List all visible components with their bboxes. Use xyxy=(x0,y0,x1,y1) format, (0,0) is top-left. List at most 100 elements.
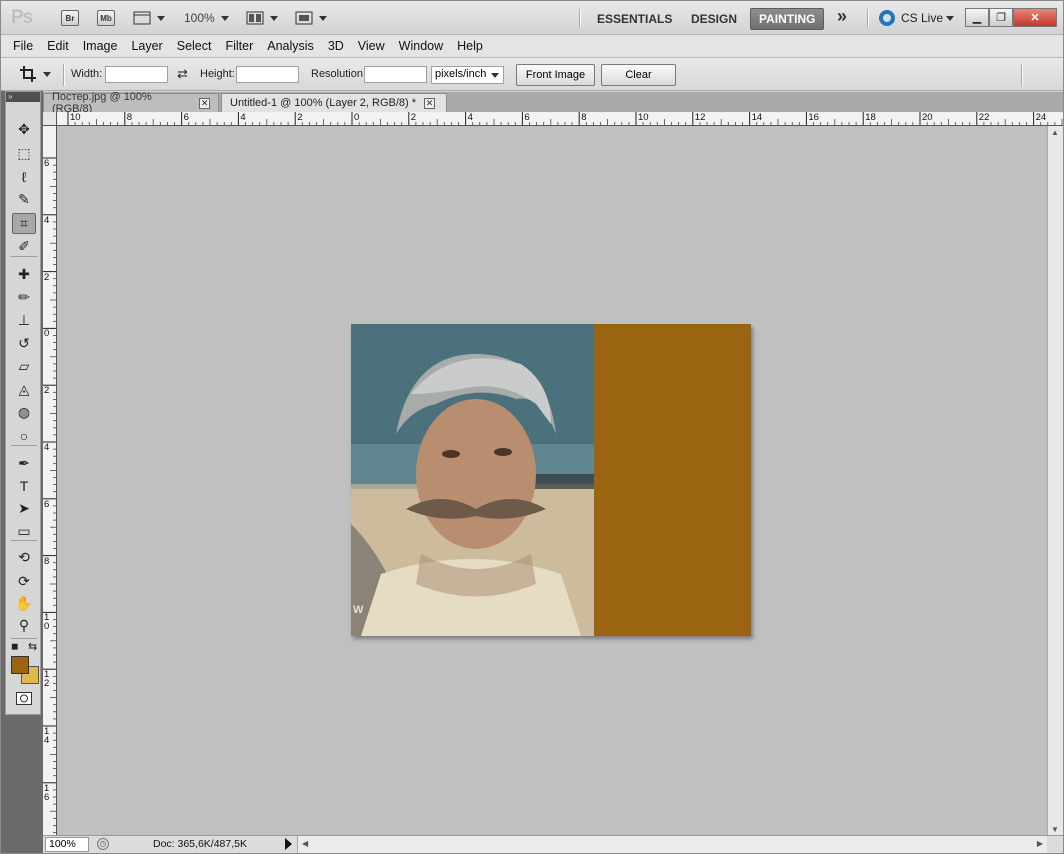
clear-button[interactable]: Clear xyxy=(601,64,676,86)
move-tool[interactable]: ✥ xyxy=(12,119,36,140)
ruler-label: 4 xyxy=(240,112,246,123)
scroll-right-icon[interactable]: ▶ xyxy=(1037,839,1043,848)
document-canvas[interactable]: W xyxy=(351,324,751,636)
front-image-button[interactable]: Front Image xyxy=(516,64,595,86)
pen-icon: ✒ xyxy=(18,455,30,471)
healing-brush-tool[interactable]: ✚ xyxy=(12,264,36,285)
ruler-label: 2 xyxy=(297,112,303,123)
photoshop-window: Ps Br Mb 100% ESSENTIALS DESIGN PAINTING… xyxy=(0,0,1064,854)
menu-filter[interactable]: Filter xyxy=(225,39,253,53)
launch-minibridge-button[interactable]: Mb xyxy=(97,9,115,27)
swap-colors-icon[interactable]: ⇆ xyxy=(28,640,37,653)
ruler-label: 4 xyxy=(44,214,50,226)
paint-bucket-tool[interactable]: ◬ xyxy=(12,379,36,400)
menu-image[interactable]: Image xyxy=(83,39,118,53)
quick-select-tool[interactable]: ✎ xyxy=(12,189,36,210)
crop-tool[interactable]: ⌗ xyxy=(12,213,36,234)
quick-mask-button[interactable] xyxy=(12,688,36,709)
screen-mode-button[interactable] xyxy=(295,9,327,27)
tab-untitled-1[interactable]: Untitled-1 @ 100% (Layer 2, RGB/8) * ✕ xyxy=(221,93,447,112)
zoom-tool[interactable]: ⚲ xyxy=(12,615,36,636)
foreground-color-swatch[interactable] xyxy=(11,656,29,674)
workspace-design[interactable]: DESIGN xyxy=(683,8,745,30)
dodge-tool[interactable]: ○ xyxy=(12,425,36,446)
tool-preset-picker[interactable] xyxy=(19,65,51,83)
launch-bridge-button[interactable]: Br xyxy=(61,9,79,27)
default-colors-icon[interactable]: ◼ xyxy=(11,641,18,652)
clone-stamp-tool[interactable]: ⊥ xyxy=(12,310,36,331)
canvas-pasteboard[interactable]: W xyxy=(57,126,1047,836)
shape-tool[interactable]: ▭ xyxy=(12,521,36,542)
close-icon[interactable]: ✕ xyxy=(199,97,210,109)
ruler-origin[interactable] xyxy=(43,112,57,126)
eraser-tool[interactable]: ▱ xyxy=(12,356,36,377)
horizontal-ruler[interactable]: 10 8 6 4 2 0 2 4 6 8 10 12 14 16 18 20 22 24 xyxy=(57,112,1063,126)
swap-dimensions-icon[interactable]: ⇄ xyxy=(177,66,188,82)
3d-rotate-tool[interactable]: ⟲ xyxy=(12,547,36,568)
eyedropper-tool[interactable]: ✐ xyxy=(12,236,36,257)
ruler-label: 8 xyxy=(126,112,133,123)
window-controls: ▁ ❐ ✕ xyxy=(965,8,1057,27)
close-button[interactable]: ✕ xyxy=(1013,8,1057,27)
resolution-field[interactable] xyxy=(364,66,427,83)
status-info-icon[interactable]: ◷ xyxy=(97,838,109,850)
resolution-units-select[interactable]: pixels/inch xyxy=(431,66,504,84)
brush-icon: ✏ xyxy=(18,289,30,305)
hand-tool[interactable]: ✋ xyxy=(12,593,36,614)
menu-analysis[interactable]: Analysis xyxy=(267,39,314,53)
status-bar: 100% ◷ Doc: 365,6K/487,5K ◀ ▶ xyxy=(43,835,1063,853)
scroll-down-icon[interactable]: ▼ xyxy=(1051,825,1059,834)
menu-view[interactable]: View xyxy=(358,39,385,53)
close-icon[interactable]: ✕ xyxy=(424,97,436,109)
menu-window[interactable]: Window xyxy=(399,39,443,53)
scroll-left-icon[interactable]: ◀ xyxy=(302,839,308,848)
history-brush-tool[interactable]: ↺ xyxy=(12,333,36,354)
brown-fill-layer xyxy=(594,324,751,636)
options-bar: Width: ⇄ Height: Resolution: pixels/inch… xyxy=(1,57,1063,91)
height-field[interactable] xyxy=(236,66,299,83)
pen-tool[interactable]: ✒ xyxy=(12,453,36,474)
lasso-icon: ℓ xyxy=(21,168,27,185)
view-extras-button[interactable] xyxy=(133,9,165,27)
3d-orbit-tool[interactable]: ⟳ xyxy=(12,571,36,592)
more-workspaces-button[interactable]: » xyxy=(829,5,855,27)
type-tool[interactable]: T xyxy=(12,475,36,496)
menu-help[interactable]: Help xyxy=(457,39,483,53)
chevron-down-icon xyxy=(157,15,165,21)
history-brush-icon: ↺ xyxy=(18,335,30,351)
vertical-scrollbar[interactable]: ▲ ▼ xyxy=(1047,126,1063,836)
chevron-down-icon xyxy=(43,71,51,77)
height-label: Height: xyxy=(200,68,235,80)
cs-live-button[interactable]: CS Live xyxy=(879,10,955,26)
divider xyxy=(1021,64,1023,86)
menu-3d[interactable]: 3D xyxy=(328,39,344,53)
menu-layer[interactable]: Layer xyxy=(131,39,162,53)
minimize-button[interactable]: ▁ xyxy=(965,8,989,27)
menu-file[interactable]: File xyxy=(13,39,33,53)
scroll-up-icon[interactable]: ▲ xyxy=(1051,128,1059,137)
resolution-label: Resolution: xyxy=(311,68,367,80)
menu-edit[interactable]: Edit xyxy=(47,39,69,53)
menu-select[interactable]: Select xyxy=(177,39,212,53)
blur-tool[interactable]: ◍ xyxy=(12,402,36,423)
restore-button[interactable]: ❐ xyxy=(989,8,1013,27)
path-select-tool[interactable]: ➤ xyxy=(12,498,36,519)
brush-tool[interactable]: ✏ xyxy=(12,287,36,308)
panel-collapse-icon[interactable]: » xyxy=(6,92,40,102)
tab-poster[interactable]: Постер.jpg @ 100% (RGB/8) ✕ xyxy=(43,91,219,115)
width-label: Width: xyxy=(71,68,103,80)
workspace-essentials[interactable]: ESSENTIALS xyxy=(589,8,680,30)
lasso-tool[interactable]: ℓ xyxy=(12,166,36,187)
vertical-ruler[interactable]: 6 4 2 0 2 4 6 8 10 12 14 16 xyxy=(43,126,57,836)
status-menu-arrow-icon[interactable] xyxy=(285,838,292,850)
restore-icon: ❐ xyxy=(996,12,1006,24)
marquee-tool[interactable]: ⬚ xyxy=(12,143,36,164)
arrange-documents-button[interactable] xyxy=(246,9,278,27)
status-zoom-field[interactable]: 100% xyxy=(45,837,89,852)
horizontal-scrollbar[interactable]: ◀ ▶ xyxy=(297,836,1047,853)
ruler-label: 6 xyxy=(183,112,189,123)
width-field[interactable] xyxy=(105,66,168,83)
zoom-level-select[interactable]: 100% xyxy=(184,9,229,27)
workspace-painting[interactable]: PAINTING xyxy=(750,8,825,30)
document-tabs: Постер.jpg @ 100% (RGB/8) ✕ Untitled-1 @… xyxy=(43,91,1063,115)
